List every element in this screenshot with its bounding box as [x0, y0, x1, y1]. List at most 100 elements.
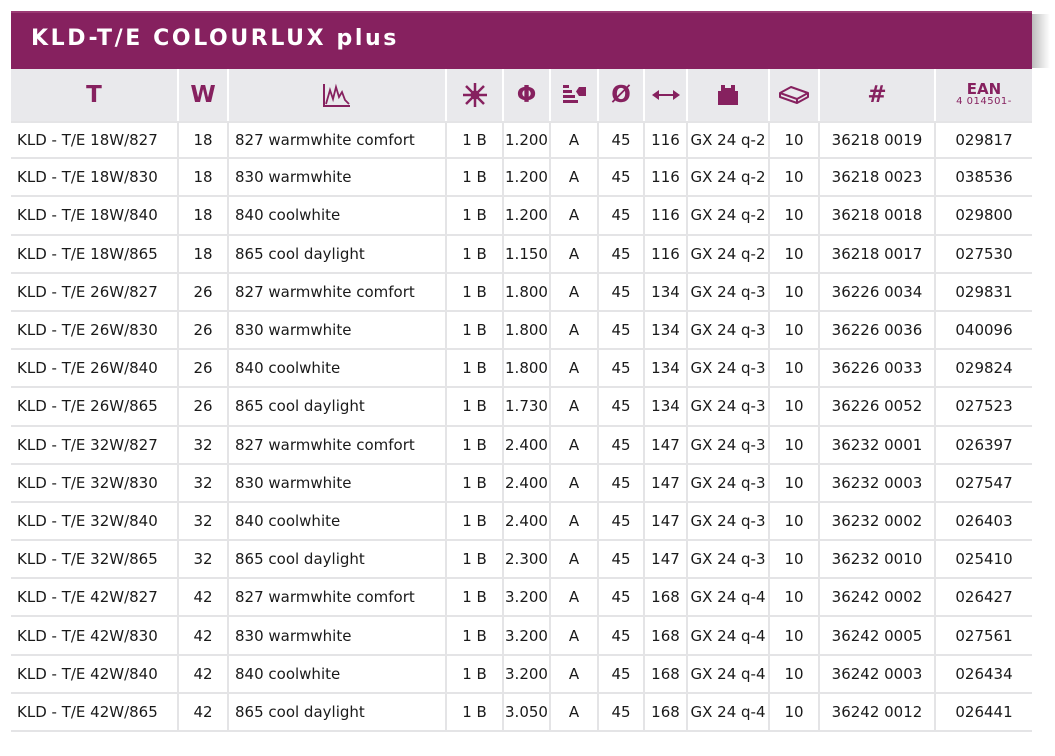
- col-type-header: T: [11, 69, 179, 121]
- cell-lightcolor: 865 cool daylight: [229, 388, 447, 427]
- cell-article: 36232 0002: [820, 502, 936, 542]
- cell-flux: 3.200: [504, 655, 551, 694]
- table-row: KLD - T/E 42W/830 42 830 warmwhite 1 B 3.200…: [11, 617, 1032, 656]
- cell-energy-class: A: [551, 235, 599, 274]
- cell-energy-class: A: [551, 541, 599, 580]
- energy-class-icon: [551, 69, 599, 121]
- cell-article: 36242 0003: [820, 655, 936, 694]
- table-row: KLD - T/E 32W/865 32 865 cool daylight 1 B2…: [11, 541, 1032, 580]
- cell-ean: 038536: [936, 159, 1032, 198]
- cell-article: 36242 0012: [820, 693, 936, 732]
- cell-diameter: 45: [599, 693, 645, 732]
- cell-ean: 027561: [936, 617, 1032, 656]
- cell-lightcolor-code: 1 B: [447, 502, 504, 542]
- cell-energy-class: A: [551, 273, 599, 312]
- table-row: KLD - T/E 32W/830 32 830 warmwhite 1 B 2.400…: [11, 464, 1032, 503]
- socket-icon: [688, 69, 770, 121]
- cell-watt: 32: [179, 502, 229, 542]
- cell-socket: GX 24 q-4: [688, 693, 770, 732]
- col-article-header: #: [820, 69, 936, 121]
- cell-watt: 42: [179, 693, 229, 732]
- col-watt-header: W: [179, 69, 229, 121]
- cell-socket: GX 24 q-4: [688, 617, 770, 656]
- cell-watt: 18: [179, 235, 229, 274]
- cell-socket: GX 24 q-3: [688, 311, 770, 351]
- cell-length: 134: [645, 311, 688, 351]
- cell-pack: 10: [770, 541, 820, 580]
- spectrum-icon: [229, 69, 447, 121]
- cell-flux: 1.730: [504, 388, 551, 427]
- cell-socket: GX 24 q-2: [688, 159, 770, 198]
- cell-type: KLD - T/E 32W/840: [11, 502, 179, 542]
- cell-diameter: 45: [599, 388, 645, 427]
- cell-ean: 029824: [936, 350, 1032, 389]
- cell-lightcolor-code: 1 B: [447, 273, 504, 312]
- cell-type: KLD - T/E 18W/865: [11, 235, 179, 274]
- cell-watt: 18: [179, 159, 229, 198]
- table-row: KLD - T/E 26W/840 26 840 coolwhite 1 B 1.800…: [11, 350, 1032, 389]
- cell-article: 36226 0034: [820, 273, 936, 312]
- cell-type: KLD - T/E 42W/830: [11, 617, 179, 656]
- cell-lightcolor: 830 warmwhite: [229, 159, 447, 198]
- table-row: KLD - T/E 42W/865 42 865 cool daylight 1 B3…: [11, 693, 1032, 732]
- cell-ean: 029817: [936, 121, 1032, 160]
- cell-article: 36218 0023: [820, 159, 936, 198]
- cell-lightcolor-code: 1 B: [447, 655, 504, 694]
- product-table: T W Φ Ø # EAN 4 014501- KLD - T/E 18W/82…: [11, 69, 1032, 732]
- cell-diameter: 45: [599, 235, 645, 274]
- cell-energy-class: A: [551, 693, 599, 732]
- cell-watt: 18: [179, 121, 229, 160]
- cell-pack: 10: [770, 121, 820, 160]
- cell-socket: GX 24 q-3: [688, 350, 770, 389]
- cell-socket: GX 24 q-3: [688, 502, 770, 542]
- cell-lightcolor: 840 coolwhite: [229, 197, 447, 236]
- cell-article: 36218 0018: [820, 197, 936, 236]
- cell-lightcolor-code: 1 B: [447, 159, 504, 198]
- cell-socket: GX 24 q-3: [688, 541, 770, 580]
- cell-flux: 1.800: [504, 311, 551, 351]
- cell-diameter: 45: [599, 197, 645, 236]
- cell-energy-class: A: [551, 159, 599, 198]
- cell-ean: 040096: [936, 312, 1032, 351]
- cell-watt: 42: [179, 655, 229, 694]
- cell-lightcolor: 827 warmwhite comfort: [229, 121, 447, 160]
- cell-article: 36232 0001: [820, 426, 936, 465]
- title-bar: KLD-T/E COLOURLUX plus: [11, 11, 1032, 69]
- cell-lightcolor-code: 1 B: [447, 311, 504, 351]
- cell-flux: 2.300: [504, 541, 551, 580]
- cell-flux: 1.800: [504, 350, 551, 389]
- cell-type: KLD - T/E 18W/840: [11, 197, 179, 236]
- cell-socket: GX 24 q-3: [688, 388, 770, 427]
- cell-pack: 10: [770, 579, 820, 618]
- cell-diameter: 45: [599, 426, 645, 465]
- cell-lightcolor: 865 cool daylight: [229, 235, 447, 274]
- table-row: KLD - T/E 26W/865 26 865 cool daylight 1 B1…: [11, 388, 1032, 427]
- cell-lightcolor: 827 warmwhite comfort: [229, 426, 447, 465]
- cell-type: KLD - T/E 32W/865: [11, 541, 179, 580]
- cell-diameter: 45: [599, 617, 645, 656]
- cell-energy-class: A: [551, 121, 599, 160]
- cell-socket: GX 24 q-2: [688, 235, 770, 274]
- cell-type: KLD - T/E 42W/865: [11, 693, 179, 732]
- cell-diameter: 45: [599, 311, 645, 351]
- table-row: KLD - T/E 26W/827 26 827 warmwhite comfort…: [11, 273, 1032, 312]
- cell-energy-class: A: [551, 197, 599, 236]
- cell-lightcolor: 865 cool daylight: [229, 693, 447, 732]
- cell-socket: GX 24 q-3: [688, 426, 770, 465]
- cell-ean: 027523: [936, 388, 1032, 427]
- cell-type: KLD - T/E 26W/840: [11, 350, 179, 389]
- cell-ean: 025410: [936, 541, 1032, 580]
- cell-diameter: 45: [599, 159, 645, 198]
- table-row: KLD - T/E 18W/865 18 865 cool daylight 1 B1…: [11, 235, 1032, 274]
- cell-flux: 3.050: [504, 693, 551, 732]
- cell-lightcolor-code: 1 B: [447, 693, 504, 732]
- cell-lightcolor-code: 1 B: [447, 350, 504, 389]
- cell-article: 36226 0052: [820, 388, 936, 427]
- cell-type: KLD - T/E 42W/840: [11, 655, 179, 694]
- cell-flux: 1.150: [504, 235, 551, 274]
- cell-length: 168: [645, 617, 688, 656]
- cell-ean: 026434: [936, 656, 1032, 694]
- cell-article: 36226 0036: [820, 311, 936, 351]
- cell-energy-class: A: [551, 311, 599, 351]
- cell-watt: 18: [179, 197, 229, 236]
